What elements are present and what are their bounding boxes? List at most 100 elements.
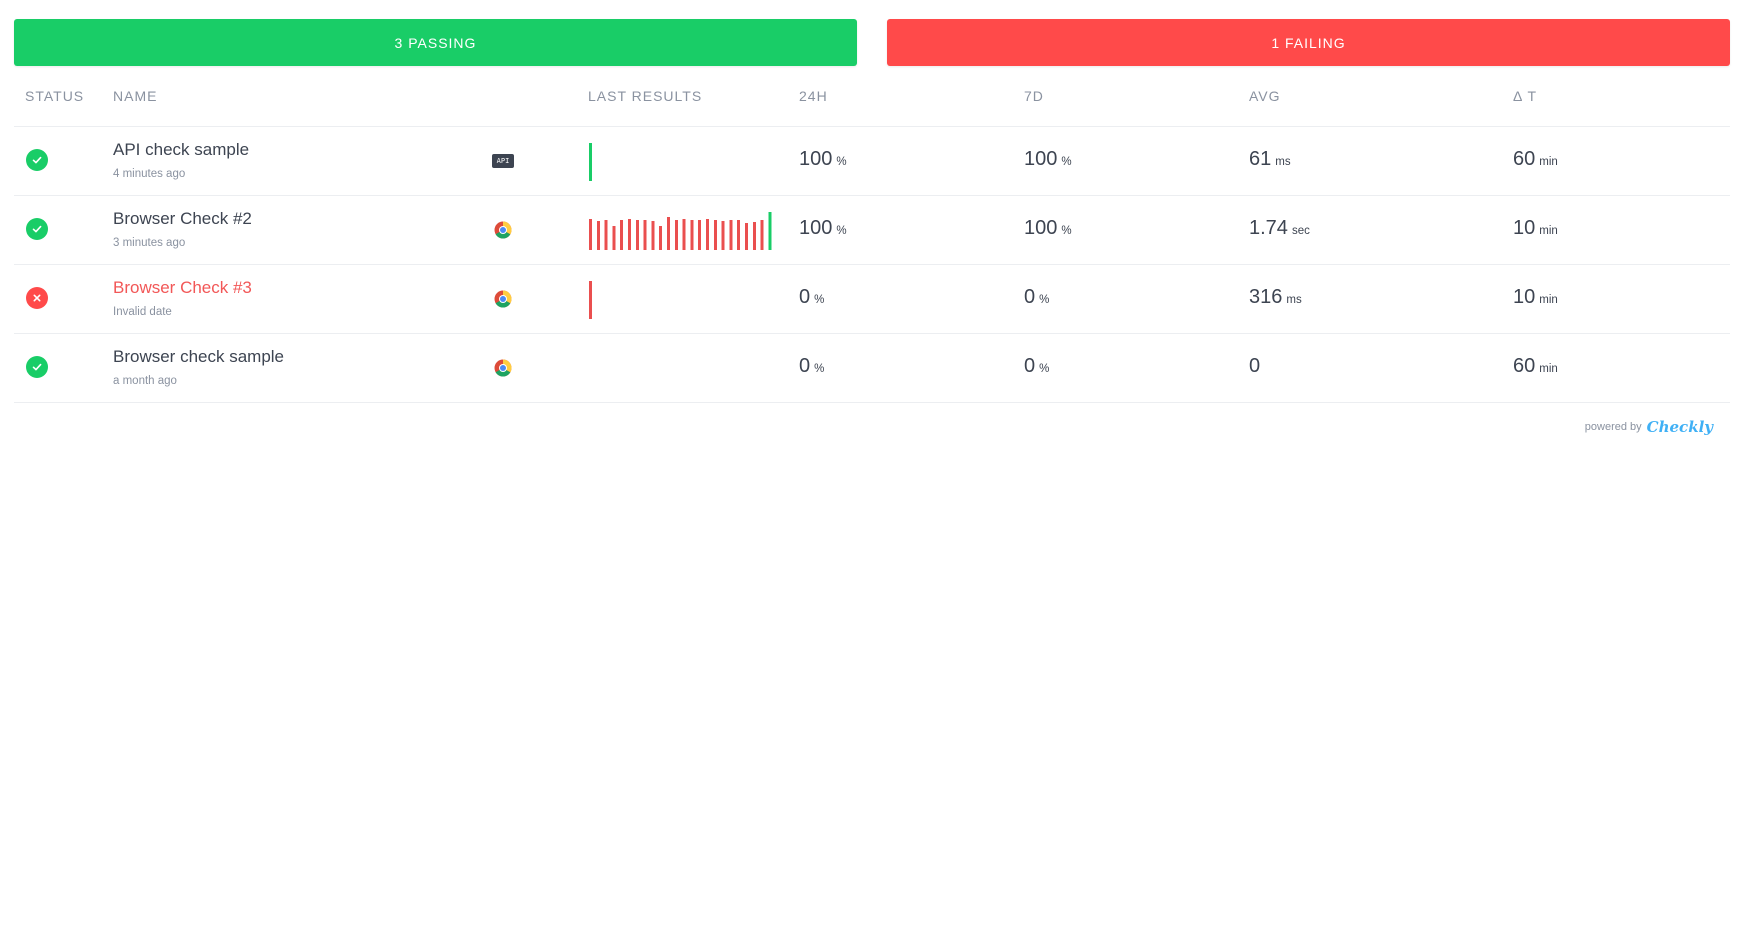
header-avg: AVG [1249,88,1281,104]
result-bar-fail[interactable] [667,217,670,250]
avg-response-time: 61 ms [1249,148,1291,171]
check-name-link[interactable]: API check sample [113,140,249,160]
check-frequency-unit: min [1539,156,1558,168]
header-name: NAME [113,88,158,104]
check-frequency-unit: min [1539,225,1558,237]
check-frequency: 60 min [1513,355,1558,378]
availability-7d: 100% [1024,217,1072,240]
last-results-sparkline [589,143,592,181]
check-name-link[interactable]: Browser Check #3 [113,278,252,298]
availability-7d: 100% [1024,148,1072,171]
result-bar-pass[interactable] [768,212,772,250]
availability-7d: 0% [1024,286,1049,309]
last-run-time: 3 minutes ago [113,237,186,249]
header-last-results: LAST RESULTS [588,88,703,104]
result-bar-fail[interactable] [721,221,725,250]
last-results-sparkline [589,281,592,319]
summary-bar: 3 PASSING 1 FAILING [14,19,1730,66]
result-bar-fail[interactable] [628,219,631,250]
table-row[interactable]: API check sample 4 minutes ago API 100% 100%… [14,127,1730,196]
check-frequency-unit: min [1539,294,1558,306]
avg-response-time: 1.74 sec [1249,217,1310,240]
result-bar-fail[interactable] [589,281,592,319]
result-bar-fail[interactable] [698,220,702,250]
failing-count-banner[interactable]: 1 FAILING [887,19,1730,66]
table-header: STATUS NAME LAST RESULTS 24H 7D AVG Δ T [14,66,1730,127]
passing-count-banner[interactable]: 3 PASSING [14,19,857,66]
check-frequency: 10 min [1513,217,1558,240]
result-bar-fail[interactable] [690,220,694,250]
result-bar-fail[interactable] [596,221,600,250]
result-bar-fail[interactable] [760,220,764,250]
table-row[interactable]: Browser check sample a month ago 0% 0% 0 60 mi… [14,334,1730,403]
avg-response-time: 0 [1249,355,1260,378]
result-bar-pass[interactable] [589,143,592,181]
powered-by[interactable]: powered by Checkly [1585,418,1713,436]
table-body: API check sample 4 minutes ago API 100% 100%… [14,127,1730,403]
result-bar-fail[interactable] [674,220,678,250]
result-bar-fail[interactable] [604,220,608,250]
header-delta-t: Δ T [1513,88,1538,104]
check-name-link[interactable]: Browser Check #2 [113,209,252,229]
availability-24h: 100% [799,148,847,171]
check-circle-icon [26,356,48,378]
check-frequency-value: 10 [1513,217,1536,239]
avg-response-time-value: 61 [1249,148,1272,170]
chrome-icon [493,358,513,378]
availability-24h-unit: % [814,363,825,375]
avg-response-time-unit: ms [1275,156,1291,168]
avg-response-time: 316 ms [1249,286,1302,309]
availability-7d-value: 0 [1024,286,1036,308]
result-bar-fail[interactable] [682,219,686,250]
result-bar-fail[interactable] [737,220,741,250]
result-bar-fail[interactable] [620,220,624,250]
availability-7d-unit: % [1061,225,1072,237]
availability-24h-value: 0 [799,355,811,377]
avg-response-time-unit: ms [1286,294,1302,306]
result-bar-fail[interactable] [745,223,748,250]
last-run-time: 4 minutes ago [113,168,186,180]
result-bar-fail[interactable] [729,220,733,250]
availability-7d-unit: % [1039,363,1050,375]
availability-24h-value: 100 [799,148,833,170]
result-bar-fail[interactable] [651,221,655,250]
chrome-icon [493,220,513,240]
availability-7d-value: 100 [1024,217,1058,239]
result-bar-fail[interactable] [659,226,663,250]
check-frequency-value: 10 [1513,286,1536,308]
header-7d: 7D [1024,88,1044,104]
result-bar-fail[interactable] [635,220,639,250]
availability-24h: 100% [799,217,847,240]
avg-response-time-value: 1.74 [1249,217,1288,239]
result-bar-fail[interactable] [752,222,756,250]
check-frequency-value: 60 [1513,355,1536,377]
availability-24h: 0% [799,286,824,309]
check-frequency-value: 60 [1513,148,1536,170]
x-circle-icon [26,287,48,309]
check-circle-icon [26,149,48,171]
availability-24h-value: 100 [799,217,833,239]
header-status: STATUS [25,88,85,104]
avg-response-time-unit: sec [1291,225,1310,237]
availability-7d-value: 0 [1024,355,1036,377]
powered-by-label: powered by [1584,421,1642,433]
checks-table: STATUS NAME LAST RESULTS 24H 7D AVG Δ T … [14,66,1730,403]
last-run-time: a month ago [113,375,177,387]
checkly-logo: Checkly [1646,418,1713,436]
availability-7d-value: 100 [1024,148,1058,170]
availability-24h: 0% [799,355,824,378]
result-bar-fail[interactable] [706,219,709,250]
last-results-sparkline [589,348,779,388]
result-bar-fail[interactable] [713,220,717,250]
availability-24h-unit: % [814,294,825,306]
availability-24h-value: 0 [799,286,811,308]
table-row[interactable]: Browser Check #2 3 minutes ago 100% 100% 1.7… [14,196,1730,265]
last-results-sparkline [589,212,772,250]
check-name-link[interactable]: Browser check sample [113,347,284,367]
check-frequency-unit: min [1539,363,1558,375]
result-bar-fail[interactable] [643,220,647,250]
avg-response-time-value: 316 [1249,286,1283,308]
table-row[interactable]: Browser Check #3 Invalid date 0% 0% 316 ms 10 m… [14,265,1730,334]
result-bar-fail[interactable] [612,226,616,250]
result-bar-fail[interactable] [589,219,592,250]
